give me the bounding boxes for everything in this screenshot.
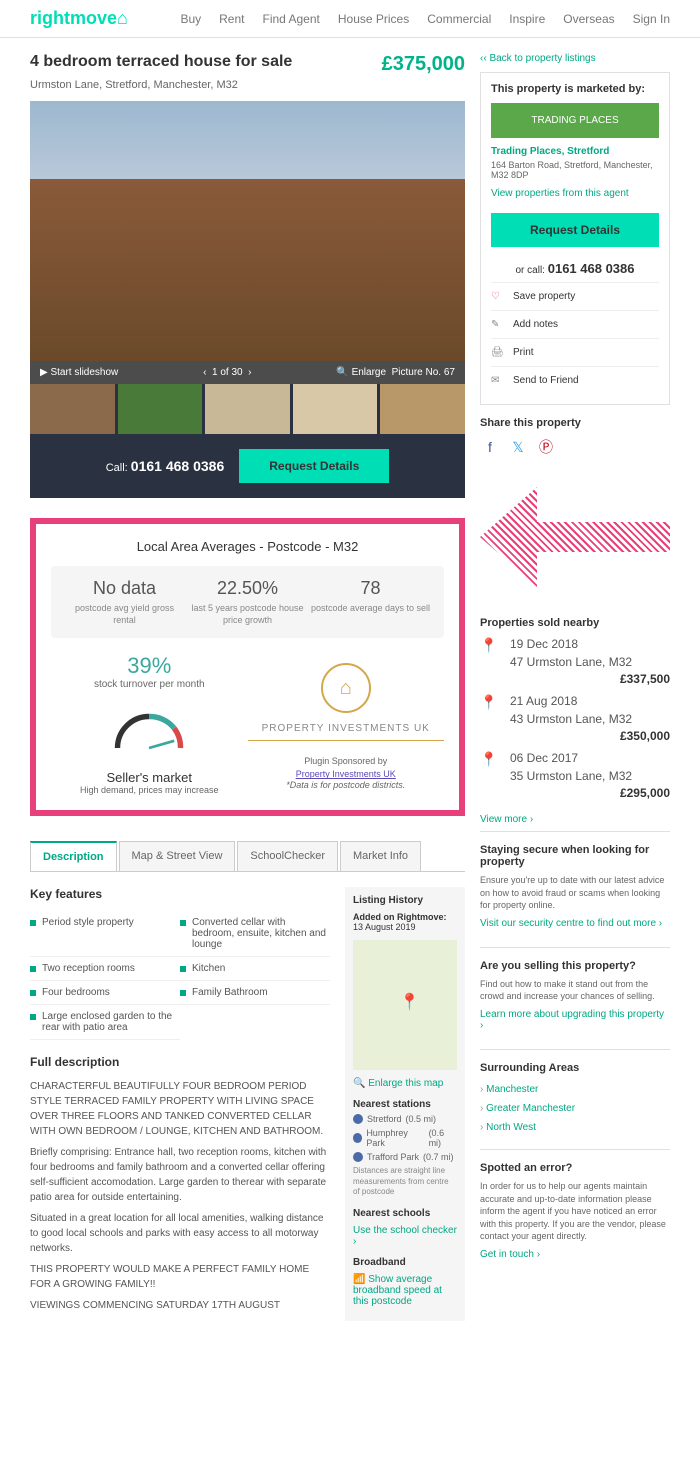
add-notes[interactable]: ✎Add notes — [491, 310, 659, 338]
print[interactable]: 🖨Print — [491, 338, 659, 366]
widget-title: Local Area Averages - Postcode - M32 — [51, 539, 444, 554]
property-title: 4 bedroom terraced house for sale — [30, 53, 292, 71]
tab-school[interactable]: SchoolChecker — [237, 841, 338, 871]
area-link[interactable]: North West — [480, 1118, 670, 1137]
facebook-icon[interactable]: f — [480, 437, 500, 457]
features-list: Period style property Converted cellar w… — [30, 911, 330, 1040]
view-more-sold[interactable]: View more › — [480, 814, 670, 825]
heart-icon: ♡ — [491, 291, 505, 302]
feature-item: Four bedrooms — [30, 981, 180, 1005]
envelope-icon: ✉ — [491, 375, 505, 386]
description-heading: Full description — [30, 1055, 330, 1069]
main-nav: Buy Rent Find Agent House Prices Commerc… — [180, 12, 670, 26]
tabs: Description Map & Street View SchoolChec… — [30, 841, 465, 872]
feature-item: Converted cellar with bedroom, ensuite, … — [180, 911, 330, 957]
pin-icon: 📍 — [480, 637, 497, 654]
station-item: Humphrey Park (0.6 mi) — [353, 1128, 457, 1148]
get-in-touch-link[interactable]: Get in touch › — [480, 1249, 670, 1260]
description-text: CHARACTERFUL BEAUTIFULLY FOUR BEDROOM PE… — [30, 1079, 330, 1139]
thumbnail[interactable] — [380, 384, 465, 434]
station-item: Stretford (0.5 mi) — [353, 1114, 457, 1124]
contact-bar: Call: 0161 468 0386 Request Details — [30, 434, 465, 498]
feature-item: Period style property — [30, 911, 180, 957]
view-agent-properties[interactable]: View properties from this agent — [491, 188, 659, 199]
logo[interactable]: rightmove⌂ — [30, 8, 128, 29]
feature-item: Family Bathroom — [180, 981, 330, 1005]
print-icon: 🖨 — [491, 347, 505, 358]
photo-thumbnails — [30, 384, 465, 434]
broadband-link[interactable]: 📶 Show average broadband speed at this p… — [353, 1274, 457, 1307]
nav-inspire[interactable]: Inspire — [509, 12, 545, 26]
enlarge-photo[interactable]: 🔍 Enlarge — [336, 367, 386, 378]
back-link[interactable]: ‹‹ Back to property listings — [480, 53, 670, 64]
feature-item: Large enclosed garden to the rear with p… — [30, 1005, 180, 1040]
map-pin-icon: 📍 — [400, 992, 420, 1012]
tab-market[interactable]: Market Info — [340, 841, 421, 871]
thumbnail[interactable] — [293, 384, 378, 434]
area-stats-widget: Local Area Averages - Postcode - M32 No … — [30, 518, 465, 816]
gauge-icon — [104, 700, 194, 760]
upgrade-link[interactable]: Learn more about upgrading this property… — [480, 1009, 670, 1031]
thumbnail[interactable] — [118, 384, 203, 434]
picture-number: Picture No. 67 — [392, 367, 455, 378]
pin-icon: 📍 — [480, 751, 497, 768]
feature-item: Two reception rooms — [30, 957, 180, 981]
twitter-icon[interactable]: 𝕏 — [508, 437, 528, 457]
request-details-sidebar[interactable]: Request Details — [491, 213, 659, 247]
stat-days: 78 — [309, 578, 432, 599]
agent-name[interactable]: Trading Places, Stretford — [491, 146, 659, 157]
agent-phone[interactable]: 0161 468 0386 — [548, 261, 635, 276]
area-link[interactable]: Manchester — [480, 1080, 670, 1099]
agent-card: This property is marketed by: TRADING PL… — [480, 72, 670, 405]
pinterest-icon[interactable]: Ⓟ — [536, 437, 556, 457]
property-address: Urmston Lane, Stretford, Manchester, M32 — [30, 79, 465, 91]
station-item: Trafford Park (0.7 mi) — [353, 1152, 457, 1162]
feature-item: Kitchen — [180, 957, 330, 981]
sold-nearby-heading: Properties sold nearby — [480, 617, 670, 629]
school-checker-link[interactable]: Use the school checker › — [353, 1225, 457, 1247]
header: rightmove⌂ Buy Rent Find Agent House Pri… — [0, 0, 700, 38]
stat-growth: 22.50% — [186, 578, 309, 599]
nav-house-prices[interactable]: House Prices — [338, 12, 409, 26]
security-link[interactable]: Visit our security centre to find out mo… — [480, 918, 670, 929]
nav-find-agent[interactable]: Find Agent — [262, 12, 319, 26]
nav-buy[interactable]: Buy — [180, 12, 201, 26]
nav-overseas[interactable]: Overseas — [563, 12, 614, 26]
photo-toolbar: ▶ Start slideshow ‹ 1 of 30 › 🔍 Enlarge … — [30, 361, 465, 384]
phone-number[interactable]: 0161 468 0386 — [131, 458, 224, 474]
tab-map[interactable]: Map & Street View — [119, 841, 236, 871]
start-slideshow[interactable]: ▶ Start slideshow — [40, 367, 118, 378]
pencil-icon: ✎ — [491, 319, 505, 330]
listing-history: Listing History Added on Rightmove: 13 A… — [345, 887, 465, 1320]
request-details-button[interactable]: Request Details — [239, 449, 389, 483]
photo-counter: ‹ 1 of 30 › — [203, 367, 251, 378]
stat-yield: No data — [63, 578, 186, 599]
features-heading: Key features — [30, 887, 330, 901]
send-to-friend[interactable]: ✉Send to Friend — [491, 366, 659, 394]
thumbnail[interactable] — [205, 384, 290, 434]
nav-signin[interactable]: Sign In — [633, 12, 670, 26]
turnover-value: 39% — [51, 653, 248, 679]
agent-logo[interactable]: TRADING PLACES — [491, 103, 659, 138]
arrow-graphic — [480, 487, 670, 587]
transport-icon — [353, 1133, 362, 1143]
save-property[interactable]: ♡Save property — [491, 282, 659, 310]
thumbnail[interactable] — [30, 384, 115, 434]
property-price: £375,000 — [382, 53, 465, 76]
tab-description[interactable]: Description — [30, 841, 117, 871]
sponsor-logo-icon: ⌂ — [321, 663, 371, 713]
market-status: Seller's market — [51, 770, 248, 785]
sponsor-link[interactable]: Property Investments UK — [296, 769, 396, 779]
main-photo[interactable] — [30, 101, 465, 361]
transport-icon — [353, 1152, 363, 1162]
nav-commercial[interactable]: Commercial — [427, 12, 491, 26]
mini-map[interactable]: 📍 — [353, 940, 457, 1070]
enlarge-map-link[interactable]: 🔍 Enlarge this map — [353, 1078, 457, 1089]
area-link[interactable]: Greater Manchester — [480, 1099, 670, 1118]
nav-rent[interactable]: Rent — [219, 12, 244, 26]
transport-icon — [353, 1114, 363, 1124]
pin-icon: 📍 — [480, 694, 497, 711]
